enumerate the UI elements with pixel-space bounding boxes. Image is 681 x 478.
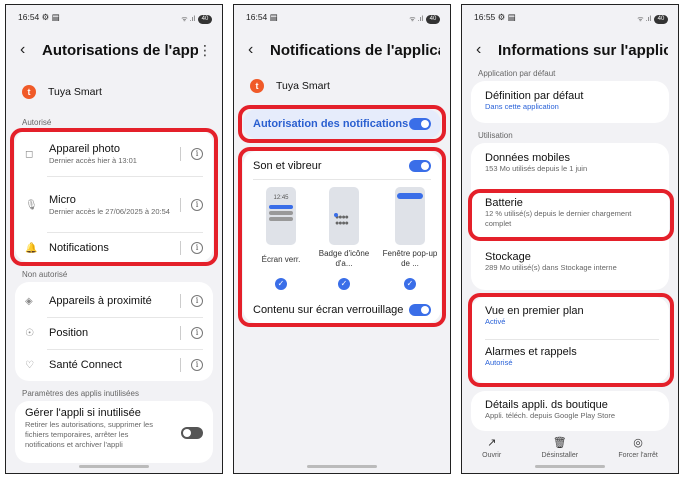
divider	[180, 326, 181, 340]
unused-toggle[interactable]	[181, 427, 203, 439]
storage-label: Stockage	[485, 251, 531, 263]
store-sub: Appli. téléch. depuis Google Play Store	[485, 411, 616, 420]
divider	[180, 294, 181, 308]
page-title: Informations sur l'applicat...	[498, 41, 668, 59]
top-app-bar: ‹ Autorisations de l'appli... ⋮	[6, 33, 222, 67]
battery-icon: 40	[198, 15, 212, 24]
status-time: 16:54	[246, 12, 268, 22]
open-button[interactable]: ↗ Ouvrir	[482, 436, 501, 459]
info-icon[interactable]: i	[191, 327, 203, 339]
battery-icon: 40	[426, 15, 440, 24]
default-label: Définition par défaut	[485, 90, 584, 102]
divider	[47, 349, 203, 350]
top-app-bar: ‹ Informations sur l'applicat...	[462, 33, 678, 67]
nearby-icon: ◈	[25, 295, 33, 307]
highlight-allow	[238, 105, 446, 143]
info-icon[interactable]: i	[191, 359, 203, 371]
store-card[interactable]: Détails appli. ds boutique Appli. téléch…	[471, 391, 669, 431]
status-bar: 16:54 ⚙ ▤ ᯤ .ıl 40	[6, 5, 222, 27]
page-title: Notifications de l'applicati...	[270, 41, 440, 59]
status-icons: ▤	[269, 12, 278, 22]
section-allowed: Autorisé	[22, 118, 52, 127]
phone-notifications-screen: 16:54 ▤ ᯤ .ıl 40 ‹ Notifications de l'app…	[233, 4, 451, 474]
app-name: Tuya Smart	[48, 86, 102, 98]
perm-location-label: Position	[49, 327, 89, 339]
signal-icon: ᯤ .ıl	[181, 16, 195, 23]
storage-row[interactable]: Stockage 289 Mo utilisé(s) dans Stockage…	[485, 251, 659, 273]
more-icon[interactable]: ⋮	[198, 42, 212, 59]
nav-handle[interactable]	[307, 465, 377, 468]
phone-permissions-screen: 16:54 ⚙ ▤ ᯤ .ıl 40 ‹ Autorisations de l'a…	[5, 4, 223, 474]
highlight-foreground	[468, 293, 674, 387]
signal-icon: ᯤ .ıl	[409, 16, 423, 23]
denied-card: ◈ Appareils à proximité i ☉ Position i ♡…	[15, 282, 213, 381]
app-name: Tuya Smart	[276, 80, 330, 92]
divider	[47, 317, 203, 318]
back-icon[interactable]: ‹	[248, 41, 270, 59]
data-sub: 153 Mo utilisés depuis le 1 juin	[485, 164, 588, 173]
default-card[interactable]: Définition par défaut Dans cette applica…	[471, 81, 669, 123]
stop-icon: ◎	[633, 437, 643, 449]
unused-setting[interactable]: Gérer l'appli si inutilisée Retirer les a…	[15, 407, 213, 459]
highlight-allowed	[10, 128, 218, 266]
section-denied: Non autorisé	[22, 270, 68, 279]
trash-icon: 🗑	[552, 437, 567, 449]
store-label: Détails appli. ds boutique	[485, 399, 608, 411]
tuya-app-icon: t	[22, 85, 36, 99]
open-label: Ouvrir	[482, 452, 502, 459]
section-default: Application par défaut	[478, 69, 556, 78]
back-icon[interactable]: ‹	[476, 41, 498, 59]
perm-nearby[interactable]: ◈ Appareils à proximité i	[15, 288, 213, 314]
divider	[180, 358, 181, 372]
perm-health-label: Santé Connect	[49, 359, 122, 371]
info-icon[interactable]: i	[191, 295, 203, 307]
nav-handle[interactable]	[535, 465, 605, 468]
highlight-battery	[468, 189, 674, 241]
tuya-app-icon: t	[250, 79, 264, 93]
signal-icon: ᯤ .ıl	[637, 16, 651, 23]
perm-location[interactable]: ☉ Position i	[15, 320, 213, 346]
status-icons: ⚙ ▤	[497, 12, 516, 22]
force-stop-button[interactable]: ◎ Forcer l'arrêt	[618, 436, 657, 459]
status-bar: 16:55 ⚙ ▤ ᯤ .ıl 40	[462, 5, 678, 27]
perm-nearby-label: Appareils à proximité	[49, 295, 152, 307]
back-icon[interactable]: ‹	[20, 41, 42, 59]
unused-label: Gérer l'appli si inutilisée	[25, 407, 141, 419]
uninstall-label: Désinstaller	[541, 452, 579, 459]
page-title: Autorisations de l'appli...	[42, 41, 198, 59]
unused-card: Gérer l'appli si inutilisée Retirer les a…	[15, 401, 213, 463]
battery-icon: 40	[654, 15, 668, 24]
open-icon: ↗	[487, 437, 497, 449]
data-row[interactable]: Données mobiles 153 Mo utilisés depuis l…	[485, 152, 659, 174]
app-header: t Tuya Smart	[22, 85, 102, 99]
status-icons: ⚙ ▤	[41, 12, 60, 22]
health-icon: ♡	[25, 359, 34, 371]
unused-sub: Retirer les autorisations, supprimer les…	[25, 420, 153, 449]
nav-handle[interactable]	[79, 465, 149, 468]
default-sub: Dans cette application	[485, 102, 559, 111]
uninstall-button[interactable]: 🗑 Désinstaller	[542, 436, 579, 459]
status-bar: 16:54 ▤ ᯤ .ıl 40	[234, 5, 450, 27]
force-stop-label: Forcer l'arrêt	[618, 452, 658, 459]
section-usage: Utilisation	[478, 131, 513, 140]
highlight-sound	[238, 147, 446, 327]
app-header: t Tuya Smart	[250, 79, 330, 93]
bottom-actions: ↗ Ouvrir 🗑 Désinstaller ◎ Forcer l'arrêt	[462, 436, 678, 459]
perm-health[interactable]: ♡ Santé Connect i	[15, 352, 213, 378]
status-time: 16:54	[18, 12, 40, 22]
location-icon: ☉	[25, 327, 34, 339]
top-app-bar: ‹ Notifications de l'applicati...	[234, 33, 450, 67]
status-time: 16:55	[474, 12, 496, 22]
storage-sub: 289 Mo utilisé(s) dans Stockage interne	[485, 263, 617, 272]
phone-app-info-screen: 16:55 ⚙ ▤ ᯤ .ıl 40 ‹ Informations sur l'a…	[461, 4, 679, 474]
data-label: Données mobiles	[485, 152, 570, 164]
section-unused: Paramètres des applis inutilisées	[22, 389, 139, 398]
